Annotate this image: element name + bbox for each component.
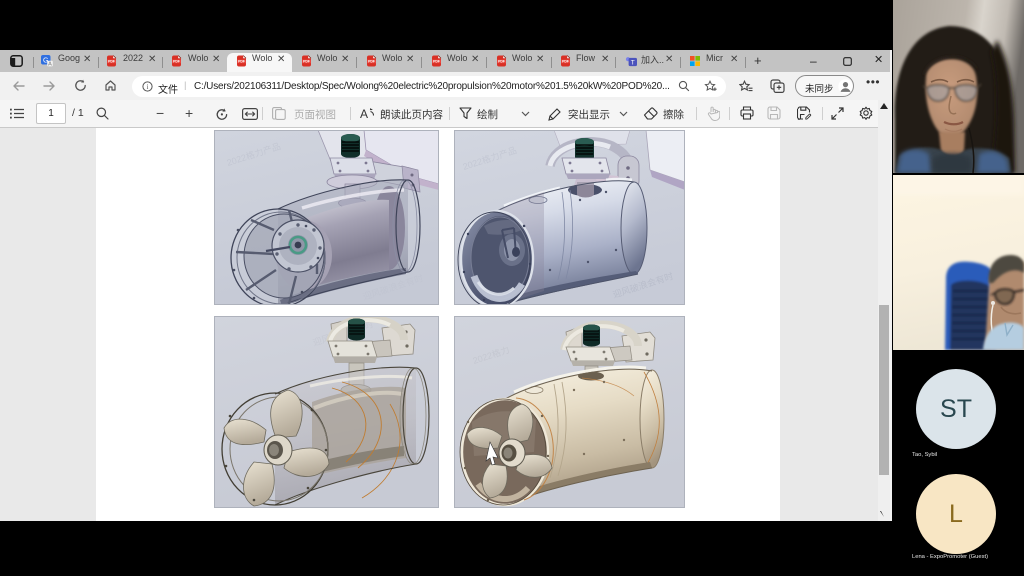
- svg-text:T: T: [631, 59, 635, 66]
- svg-text:A: A: [360, 107, 368, 120]
- svg-text:i: i: [147, 83, 149, 91]
- svg-text:A: A: [48, 61, 52, 67]
